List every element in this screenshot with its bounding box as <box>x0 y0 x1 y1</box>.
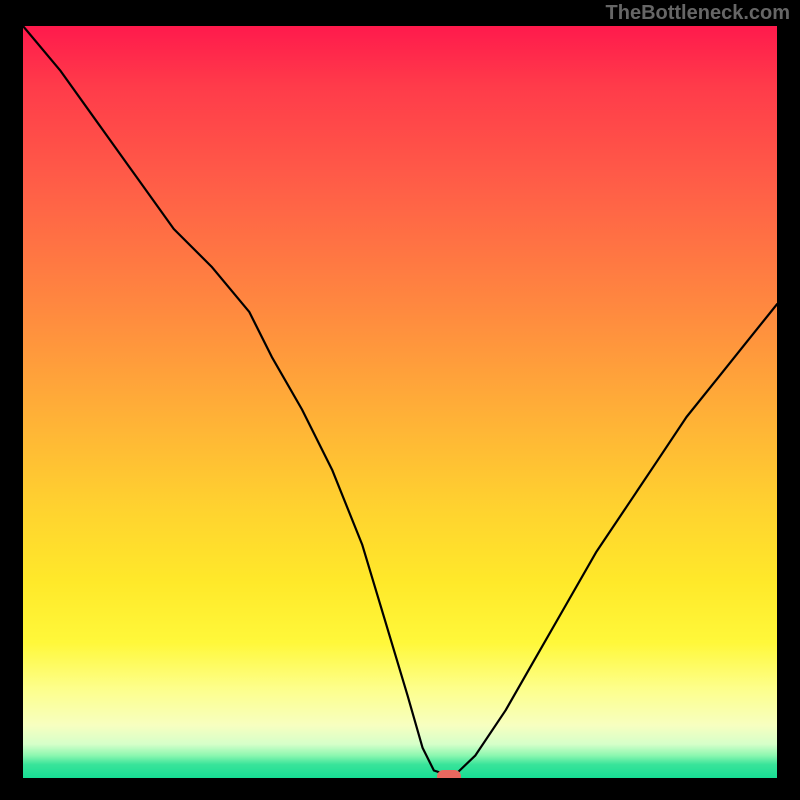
chart-frame: TheBottleneck.com <box>0 0 800 800</box>
watermark-text: TheBottleneck.com <box>606 2 790 25</box>
valley-marker <box>437 770 461 778</box>
plot-area <box>23 26 777 778</box>
bottleneck-curve <box>23 26 777 778</box>
